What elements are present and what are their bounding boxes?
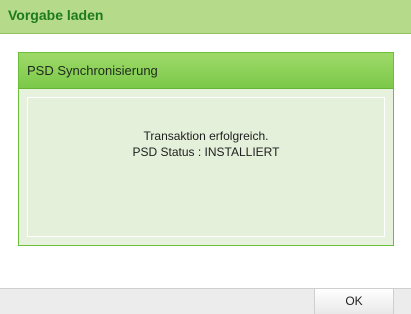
message-line-success: Transaktion erfolgreich. (143, 129, 269, 143)
dialog-body: Transaktion erfolgreich. PSD Status : IN… (27, 97, 385, 237)
window-title: Vorgabe laden (8, 7, 104, 23)
status-message: Transaktion erfolgreich. PSD Status : IN… (28, 128, 384, 160)
title-bar: Vorgabe laden (0, 0, 411, 34)
message-line-psd-status: PSD Status : INSTALLIERT (132, 145, 280, 159)
dialog-header: PSD Synchronisierung (19, 53, 393, 89)
ok-button[interactable]: OK (314, 288, 394, 314)
dialog-title: PSD Synchronisierung (27, 63, 158, 78)
screen: Vorgabe laden PSD Synchronisierung Trans… (0, 0, 411, 314)
sync-dialog: PSD Synchronisierung Transaktion erfolgr… (18, 52, 394, 246)
